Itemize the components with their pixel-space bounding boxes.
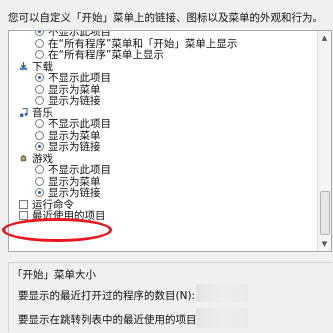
radio-unselected[interactable] [35,50,44,59]
radio-option-label: 不显示此项目 [48,72,111,84]
radio-unselected[interactable] [35,96,44,105]
scroll-thumb[interactable] [320,191,330,235]
jump-list-label: 要显示在跳转列表中的最近使用的项目数(J): [18,314,222,326]
scroll-up-icon[interactable]: ▲ [319,32,330,44]
category-label: 游戏 [32,152,53,165]
radio-option[interactable]: 显示为链接 [9,95,317,108]
description-text: 您可以自定义「开始」菜单上的链接、图标以及菜单的外观和行为。 [8,12,323,24]
radio-option-label: 显示为链接 [48,141,101,153]
music-icon [19,106,28,117]
radio-selected[interactable] [35,188,44,197]
radio-unselected[interactable] [35,119,44,128]
radio-option-label: 不显示此项目 [48,118,111,130]
recent-programs-input[interactable] [196,284,248,302]
start-menu-options-list[interactable]: 不显示此项目 在“所有程序”菜单和「开始」菜单上显示 在“所有程序”菜单上显示 下载不… [8,30,332,252]
radio-selected[interactable] [35,31,44,36]
checkbox-option[interactable]: 最近使用的项目 [9,210,317,223]
jump-list-input[interactable] [196,308,248,328]
radio-option-label: 显示为菜单 [48,83,101,96]
radio-unselected[interactable] [35,84,44,94]
category-label: 下载 [32,60,53,73]
radio-option[interactable]: 显示为链接 [9,141,317,154]
radio-selected[interactable] [35,142,44,151]
checkbox[interactable] [19,211,28,220]
radio-unselected[interactable] [35,165,44,174]
category-label: 音乐 [32,106,53,119]
recent-programs-label: 要显示的最近打开过的程序的数目(N): [18,290,196,302]
checkbox-label: 最近使用的项目 [32,210,106,222]
options-list-content: 不显示此项目 在“所有程序”菜单和「开始」菜单上显示 在“所有程序”菜单上显示 下载不… [9,31,317,223]
radio-option[interactable]: 在“所有程序”菜单上显示 [9,49,317,62]
radio-unselected[interactable] [35,176,44,186]
games-icon [19,154,28,163]
radio-option-label: 显示为链接 [48,95,101,107]
scroll-down-icon[interactable]: ▼ [319,238,330,250]
checkbox-label: 运行命令 [32,198,74,211]
radio-unselected[interactable] [35,38,44,48]
vertical-scrollbar[interactable]: ▲ ▼ [317,31,331,251]
radio-option-label: 显示为链接 [48,187,101,199]
download-icon [19,61,28,71]
radio-option-label: 在“所有程序”菜单上显示 [48,49,164,61]
group-title: 「开始」菜单大小 [10,267,98,282]
radio-unselected[interactable] [35,130,44,140]
radio-selected[interactable] [35,73,44,82]
radio-option-label: 显示为菜单 [48,175,101,188]
radio-option-label: 不显示此项目 [48,164,111,176]
radio-option-label: 在“所有程序”菜单和「开始」菜单上显示 [48,37,238,50]
checkbox[interactable] [19,199,28,209]
radio-option-label: 显示为菜单 [48,129,101,142]
